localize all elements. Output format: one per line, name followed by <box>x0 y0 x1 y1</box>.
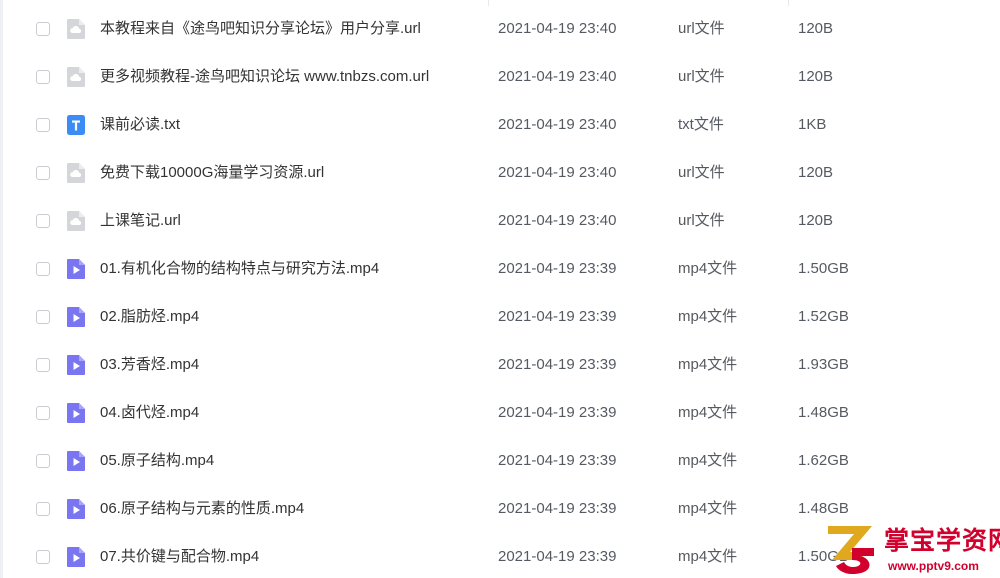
file-name-link[interactable]: 课前必读.txt <box>100 101 180 149</box>
file-type: mp4文件 <box>678 308 738 325</box>
row-checkbox[interactable] <box>36 406 50 420</box>
file-size: 1KB <box>798 116 827 133</box>
file-date: 2021-04-19 23:39 <box>498 356 617 373</box>
file-date: 2021-04-19 23:39 <box>498 260 617 277</box>
file-name-link[interactable]: 01.有机化合物的结构特点与研究方法.mp4 <box>100 245 379 293</box>
file-row[interactable]: 更多视频教程-途鸟吧知识论坛 www.tnbzs.com.url 2021-04-… <box>0 53 1000 101</box>
file-name-link[interactable]: 05.原子结构.mp4 <box>100 437 214 485</box>
file-row[interactable]: 03.芳香烃.mp4 2021-04-19 23:39 mp4文件 1.93GB <box>0 341 1000 389</box>
file-row[interactable]: 02.脂肪烃.mp4 2021-04-19 23:39 mp4文件 1.52GB <box>0 293 1000 341</box>
file-type: txt文件 <box>678 116 724 133</box>
file-type: url文件 <box>678 212 725 229</box>
file-name-link[interactable]: 免费下载10000G海量学习资源.url <box>100 149 324 197</box>
file-type: mp4文件 <box>678 260 738 277</box>
file-size: 120B <box>798 20 834 37</box>
file-type: url文件 <box>678 20 725 37</box>
row-checkbox[interactable] <box>36 310 50 324</box>
row-checkbox[interactable] <box>36 550 50 564</box>
file-row[interactable]: 上课笔记.url 2021-04-19 23:40 url文件 120B <box>0 197 1000 245</box>
watermark-title: 掌宝学资网 <box>884 526 1000 555</box>
file-date: 2021-04-19 23:39 <box>498 452 617 469</box>
video-file-icon <box>66 354 86 376</box>
file-date: 2021-04-19 23:39 <box>498 548 617 565</box>
text-file-icon <box>66 114 86 136</box>
file-name-link[interactable]: 02.脂肪烃.mp4 <box>100 293 199 341</box>
file-name-link[interactable]: 本教程来自《途鸟吧知识分享论坛》用户分享.url <box>100 5 421 53</box>
watermark: 掌宝学资网 www.pptv9.com <box>818 520 1000 578</box>
file-date: 2021-04-19 23:40 <box>498 116 617 133</box>
video-file-icon <box>66 258 86 280</box>
row-checkbox[interactable] <box>36 358 50 372</box>
file-date: 2021-04-19 23:40 <box>498 68 617 85</box>
cloud-link-icon <box>66 66 86 88</box>
file-size: 1.62GB <box>798 452 849 469</box>
file-name-link[interactable]: 04.卤代烃.mp4 <box>100 389 199 437</box>
file-row[interactable]: 本教程来自《途鸟吧知识分享论坛》用户分享.url 2021-04-19 23:40… <box>0 5 1000 53</box>
video-file-icon <box>66 498 86 520</box>
file-date: 2021-04-19 23:39 <box>498 500 617 517</box>
file-row[interactable]: 免费下载10000G海量学习资源.url 2021-04-19 23:40 url文… <box>0 149 1000 197</box>
file-name-link[interactable]: 上课笔记.url <box>100 197 181 245</box>
file-row[interactable]: 05.原子结构.mp4 2021-04-19 23:39 mp4文件 1.62GB <box>0 437 1000 485</box>
file-type: mp4文件 <box>678 500 738 517</box>
row-checkbox[interactable] <box>36 262 50 276</box>
cloud-link-icon <box>66 162 86 184</box>
file-name-link[interactable]: 更多视频教程-途鸟吧知识论坛 www.tnbzs.com.url <box>100 53 429 101</box>
video-file-icon <box>66 546 86 568</box>
video-file-icon <box>66 402 86 424</box>
file-size: 1.50GB <box>798 260 849 277</box>
file-manager-page: 本教程来自《途鸟吧知识分享论坛》用户分享.url 2021-04-19 23:40… <box>0 0 1000 578</box>
file-name-link[interactable]: 03.芳香烃.mp4 <box>100 341 199 389</box>
file-size: 120B <box>798 212 834 229</box>
row-checkbox[interactable] <box>36 166 50 180</box>
file-type: url文件 <box>678 164 725 181</box>
file-size: 1.93GB <box>798 356 849 373</box>
video-file-icon <box>66 450 86 472</box>
file-name-link[interactable]: 07.共价键与配合物.mp4 <box>100 533 259 578</box>
file-size: 1.48GB <box>798 404 849 421</box>
file-row[interactable]: 04.卤代烃.mp4 2021-04-19 23:39 mp4文件 1.48GB <box>0 389 1000 437</box>
file-date: 2021-04-19 23:40 <box>498 164 617 181</box>
row-checkbox[interactable] <box>36 214 50 228</box>
file-date: 2021-04-19 23:40 <box>498 20 617 37</box>
file-type: mp4文件 <box>678 548 738 565</box>
cloud-link-icon <box>66 18 86 40</box>
zb-logo-icon <box>828 526 874 574</box>
cloud-link-icon <box>66 210 86 232</box>
row-checkbox[interactable] <box>36 454 50 468</box>
file-type: url文件 <box>678 68 725 85</box>
row-checkbox[interactable] <box>36 22 50 36</box>
file-size: 120B <box>798 164 834 181</box>
watermark-url: www.pptv9.com <box>888 559 979 573</box>
file-name-link[interactable]: 06.原子结构与元素的性质.mp4 <box>100 485 304 533</box>
file-type: mp4文件 <box>678 452 738 469</box>
file-type: mp4文件 <box>678 404 738 421</box>
file-row[interactable]: 课前必读.txt 2021-04-19 23:40 txt文件 1KB <box>0 101 1000 149</box>
file-size: 1.52GB <box>798 308 849 325</box>
file-date: 2021-04-19 23:39 <box>498 404 617 421</box>
video-file-icon <box>66 306 86 328</box>
file-size: 120B <box>798 68 834 85</box>
row-checkbox[interactable] <box>36 118 50 132</box>
file-type: mp4文件 <box>678 356 738 373</box>
row-checkbox[interactable] <box>36 70 50 84</box>
file-row[interactable]: 01.有机化合物的结构特点与研究方法.mp4 2021-04-19 23:39 mp… <box>0 245 1000 293</box>
file-date: 2021-04-19 23:39 <box>498 308 617 325</box>
file-list: 本教程来自《途鸟吧知识分享论坛》用户分享.url 2021-04-19 23:40… <box>0 5 1000 578</box>
row-checkbox[interactable] <box>36 502 50 516</box>
file-date: 2021-04-19 23:40 <box>498 212 617 229</box>
